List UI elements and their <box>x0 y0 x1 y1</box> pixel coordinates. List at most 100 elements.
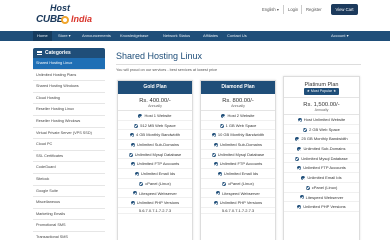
check-icon <box>130 162 135 167</box>
check-icon <box>130 201 135 206</box>
nav-account[interactable]: Account ▾ <box>331 31 349 41</box>
plan-card-gold: Gold Plan Rs. 400.00/- Annually Host 1 W… <box>117 80 193 240</box>
check-icon <box>133 191 138 196</box>
plan-feature: Litespeed Webserver <box>201 189 275 199</box>
nav-home[interactable]: Home <box>33 31 52 41</box>
sidebar-item-miscellaneous[interactable]: Miscellaneous <box>33 197 105 209</box>
plan-feature: Unlimited PHP Versions <box>201 198 275 208</box>
plan-name: Gold Plan <box>118 81 192 94</box>
sidebar-item-vps[interactable]: Virtual Private Server (VPS SSD) <box>33 127 105 140</box>
plan-feature: Litespeed Webserver <box>284 193 359 203</box>
check-icon <box>219 123 224 128</box>
plan-feature: 4 GB Monthly Bandwidth <box>118 130 192 141</box>
plan-feature: Unlimited Sub-Domains <box>284 144 359 154</box>
list-icon <box>37 50 42 55</box>
plan-feature: Unlimited FTP Accounts <box>118 159 192 170</box>
most-popular-badge: ★ Most Popular ★ <box>303 88 340 95</box>
site-logo[interactable]: Host CUBE India <box>34 3 94 29</box>
check-icon <box>301 176 306 181</box>
plan-feature: 2 GB Web Space <box>284 125 359 135</box>
plan-feature: Unlimited Email Ids <box>201 169 275 179</box>
divider <box>301 5 302 14</box>
top-bar: Host CUBE India English ▾ Login Register… <box>0 0 390 31</box>
plan-price-block: Rs. 1,500.00/- Annually <box>284 97 359 115</box>
plan-feature: cPanel (Linux) <box>201 179 275 189</box>
nav-contact-us[interactable]: Contact Us <box>227 31 247 41</box>
plan-feature: cPanel (Linux) <box>284 183 359 193</box>
check-icon <box>139 181 144 186</box>
view-cart-button[interactable]: View Cart <box>331 4 358 15</box>
plan-header: Platinum Plan ★ Most Popular ★ <box>284 77 359 95</box>
sidebar-item-sitelock[interactable]: Sitelock <box>33 173 105 186</box>
nav-affiliates[interactable]: Affiliates <box>203 31 218 41</box>
sidebar-heading: Categories <box>33 48 105 58</box>
check-icon <box>297 166 302 171</box>
plan-price: Rs. 1,500.00/- <box>303 102 340 108</box>
login-link[interactable]: Login <box>288 7 298 12</box>
check-icon <box>297 147 302 151</box>
main-nav: Home Store ▾ Announcements Knowledgebase… <box>0 31 390 41</box>
check-icon <box>213 162 218 167</box>
plan-feature: Litespeed Webserver <box>118 189 192 199</box>
plan-card-platinum: Platinum Plan ★ Most Popular ★ Rs. 1,500… <box>283 76 360 240</box>
plan-feature: Host Unlimited Website <box>284 115 359 125</box>
plan-feature: Unlimited Email Ids <box>118 169 192 179</box>
plan-price: Rs. 800.00/- <box>222 98 254 104</box>
check-icon <box>129 133 134 138</box>
check-icon <box>221 113 226 118</box>
sidebar-item-unlimited-hosting[interactable]: Unlimited Hosting Plans <box>33 69 105 82</box>
check-icon <box>213 201 218 206</box>
sidebar-item-codeguard[interactable]: CodeGuard <box>33 162 105 174</box>
check-icon <box>305 185 310 190</box>
plan-feature: Unlimited Mysql Database <box>201 150 275 160</box>
plan-feature: 25 GB Monthly Bandwidth <box>284 134 359 145</box>
sidebar-item-transactional-sms[interactable]: Transactional SMS <box>33 231 105 240</box>
plan-feature: 5.6.7.0.7.1.7.2.7.3 <box>118 208 192 214</box>
nav-store[interactable]: Store ▾ <box>58 31 71 41</box>
plan-feature: 5.6.7.0.7.1.7.2.7.3 <box>201 208 275 214</box>
sidebar-item-promotional-sms[interactable]: Promotional SMS <box>33 220 105 232</box>
check-icon <box>216 191 221 196</box>
sidebar-item-cloud-hosting[interactable]: Cloud Hosting <box>33 92 105 105</box>
sidebar-item-reseller-linux[interactable]: Reseller Hosting Linux <box>33 104 105 116</box>
check-icon <box>297 117 302 122</box>
plan-feature: Unlimited Sub-Domains <box>201 140 275 150</box>
plan-price: Rs. 400.00/- <box>139 98 171 104</box>
nav-network-status[interactable]: Network Status <box>163 31 190 41</box>
sidebar-item-ssl[interactable]: SSL Certificates <box>33 150 105 163</box>
plan-feature: cPanel (Linux) <box>118 179 192 189</box>
check-icon <box>299 195 304 200</box>
logo-text-host: Host <box>50 3 70 13</box>
check-icon <box>138 113 143 118</box>
sidebar-item-cloud-pc[interactable]: Cloud PC <box>33 139 105 151</box>
language-selector[interactable]: English ▾ <box>262 7 279 12</box>
plan-feature: 512 MB Web Space <box>118 121 192 131</box>
check-icon <box>134 172 139 177</box>
plan-feature: Unlimited FTP Accounts <box>284 163 359 174</box>
plan-billing-cycle: Annually <box>314 108 329 112</box>
plan-feature: Host 1 Website <box>118 111 192 121</box>
check-icon <box>295 156 300 161</box>
sidebar-item-google-suite[interactable]: Google Suite <box>33 185 105 198</box>
plan-billing-cycle: Annually <box>231 104 245 108</box>
register-link[interactable]: Register <box>306 7 322 12</box>
plan-feature: Unlimited PHP Versions <box>118 198 192 208</box>
plan-feature: Unlimited FTP Accounts <box>201 159 275 170</box>
sidebar-item-shared-hosting-linux[interactable]: Shared Hosting Linux <box>33 58 105 70</box>
sidebar-item-shared-hosting-windows[interactable]: Shared Hosting Windows <box>33 81 105 93</box>
nav-announcements[interactable]: Announcements <box>82 31 111 41</box>
plan-price-block: Rs. 400.00/- Annually <box>118 94 192 111</box>
plan-feature: 1 GB Web Space <box>201 121 275 131</box>
sidebar-item-reseller-windows[interactable]: Reseller Hosting Windows <box>33 115 105 128</box>
divider <box>283 5 284 14</box>
check-icon <box>213 143 218 147</box>
check-icon <box>222 181 227 186</box>
sidebar-heading-label: Categories <box>45 50 71 56</box>
plan-feature: Unlimited Mysql Database <box>284 154 359 164</box>
page-subtitle: You will proud on our services - best se… <box>116 68 218 72</box>
logo-text-cube: CUBE <box>36 14 64 25</box>
plan-billing-cycle: Annually <box>148 104 162 108</box>
nav-knowledgebase[interactable]: Knowledgebase <box>120 31 148 41</box>
sidebar-item-marketing-emails[interactable]: Marketing Emails <box>33 208 105 221</box>
logo-ring-icon <box>61 16 69 24</box>
